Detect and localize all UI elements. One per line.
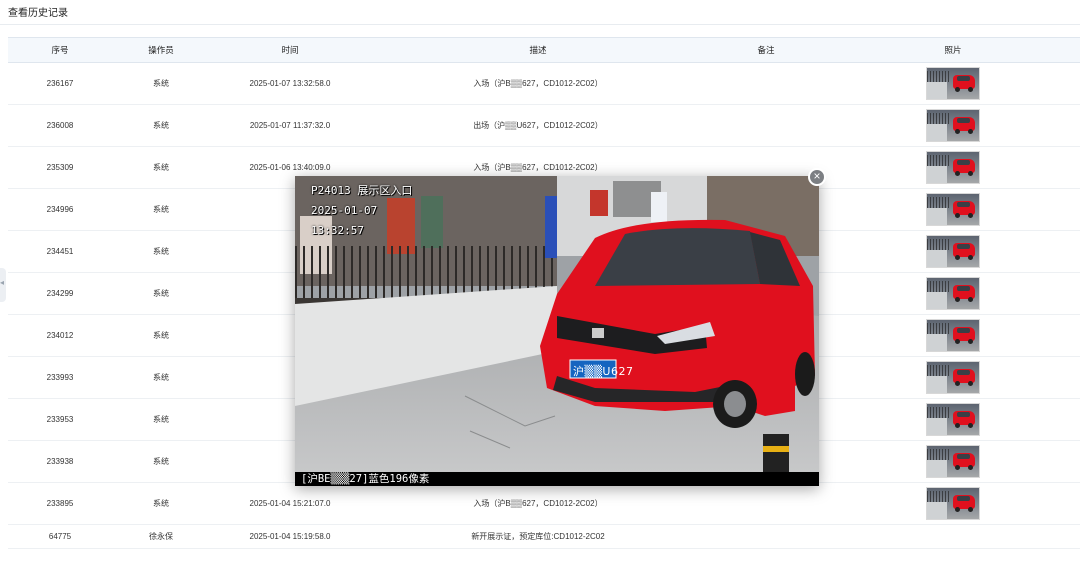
photo-preview-modal: P24013 展示区入口 2025-01-07 13:32:57 沪▒▒U627… bbox=[295, 176, 819, 486]
cell-time: 2025-01-04 15:19:58.0 bbox=[210, 524, 370, 549]
cell-seq: 236008 bbox=[8, 104, 112, 147]
cell-seq: 233895 bbox=[8, 482, 112, 525]
cell-desc: 出场（沪▒▒U627，CD1012-2C02） bbox=[370, 104, 706, 147]
cell-seq: 236167 bbox=[8, 62, 112, 105]
cell-photo bbox=[826, 524, 1080, 549]
photo-thumbnail[interactable] bbox=[926, 403, 980, 436]
cell-photo bbox=[826, 62, 1080, 105]
sidebar-collapse-handle[interactable]: ◂ bbox=[0, 268, 6, 302]
photo-thumbnail[interactable] bbox=[926, 67, 980, 100]
table-row: 236167 系统 2025-01-07 13:32:58.0 入场（沪B▒▒627，… bbox=[8, 62, 1080, 105]
page-title: 查看历史记录 bbox=[8, 8, 68, 19]
cell-operator: 系统 bbox=[112, 188, 210, 231]
cell-seq: 233938 bbox=[8, 440, 112, 483]
cell-operator: 徐永保 bbox=[112, 524, 210, 549]
cell-operator: 系统 bbox=[112, 62, 210, 105]
photo-thumbnail[interactable] bbox=[926, 193, 980, 226]
cell-operator: 系统 bbox=[112, 314, 210, 357]
camera-overlay-date: 2025-01-07 bbox=[311, 204, 378, 217]
photo-thumbnail[interactable] bbox=[926, 487, 980, 520]
header-seq: 序号 bbox=[8, 37, 112, 63]
cell-photo bbox=[826, 440, 1080, 483]
cell-seq: 235309 bbox=[8, 146, 112, 189]
cell-remark bbox=[706, 62, 826, 105]
cell-seq: 234299 bbox=[8, 272, 112, 315]
cell-photo bbox=[826, 104, 1080, 147]
camera-caption: [沪BE▒▒▒27]蓝色196像素 bbox=[295, 472, 819, 486]
cell-seq: 234012 bbox=[8, 314, 112, 357]
cell-operator: 系统 bbox=[112, 440, 210, 483]
table-row: 233895 系统 2025-01-04 15:21:07.0 入场（沪B▒▒627，… bbox=[8, 482, 1080, 525]
cell-desc: 入场（沪B▒▒627，CD1012-2C02） bbox=[370, 482, 706, 525]
cell-seq: 233953 bbox=[8, 398, 112, 441]
cell-operator: 系统 bbox=[112, 146, 210, 189]
camera-overlay-time: 13:32:57 bbox=[311, 224, 364, 237]
cell-photo bbox=[826, 314, 1080, 357]
photo-thumbnail[interactable] bbox=[926, 319, 980, 352]
cell-seq: 234996 bbox=[8, 188, 112, 231]
table-row: 64775 徐永保 2025-01-04 15:19:58.0 新开展示证，预定库位:… bbox=[8, 524, 1080, 549]
header-time: 时间 bbox=[210, 37, 370, 63]
cell-remark bbox=[706, 524, 826, 549]
cell-photo bbox=[826, 398, 1080, 441]
cell-operator: 系统 bbox=[112, 230, 210, 273]
camera-snapshot-image bbox=[295, 176, 819, 472]
photo-thumbnail[interactable] bbox=[926, 277, 980, 310]
cell-photo bbox=[826, 146, 1080, 189]
close-icon[interactable]: × bbox=[808, 168, 826, 186]
photo-thumbnail[interactable] bbox=[926, 361, 980, 394]
license-plate: 沪▒▒U627 bbox=[573, 365, 634, 378]
cell-desc: 新开展示证，预定库位:CD1012-2C02 bbox=[370, 524, 706, 549]
header-desc: 描述 bbox=[370, 37, 706, 63]
cell-time: 2025-01-07 11:37:32.0 bbox=[210, 104, 370, 147]
cell-photo bbox=[826, 230, 1080, 273]
table-header-row: 序号 操作员 时间 描述 备注 照片 bbox=[8, 37, 1080, 63]
cell-photo bbox=[826, 272, 1080, 315]
cell-seq: 234451 bbox=[8, 230, 112, 273]
cell-photo bbox=[826, 356, 1080, 399]
cell-operator: 系统 bbox=[112, 482, 210, 525]
cell-operator: 系统 bbox=[112, 356, 210, 399]
cell-photo bbox=[826, 482, 1080, 525]
page-header: 查看历史记录 bbox=[0, 0, 1080, 25]
header-remark: 备注 bbox=[706, 37, 826, 63]
camera-overlay-location: P24013 展示区入口 bbox=[311, 184, 413, 197]
cell-operator: 系统 bbox=[112, 272, 210, 315]
cell-seq: 233993 bbox=[8, 356, 112, 399]
cell-operator: 系统 bbox=[112, 104, 210, 147]
cell-time: 2025-01-07 13:32:58.0 bbox=[210, 62, 370, 105]
cell-seq: 64775 bbox=[8, 524, 112, 549]
cell-remark bbox=[706, 482, 826, 525]
photo-thumbnail[interactable] bbox=[926, 151, 980, 184]
cell-desc: 入场（沪B▒▒627，CD1012-2C02） bbox=[370, 62, 706, 105]
cell-operator: 系统 bbox=[112, 398, 210, 441]
chevron-left-icon: ◂ bbox=[0, 278, 5, 287]
photo-thumbnail[interactable] bbox=[926, 109, 980, 142]
cell-photo bbox=[826, 188, 1080, 231]
cell-time: 2025-01-04 15:21:07.0 bbox=[210, 482, 370, 525]
header-photo: 照片 bbox=[826, 37, 1080, 63]
table-row: 236008 系统 2025-01-07 11:37:32.0 出场（沪▒▒U627，… bbox=[8, 104, 1080, 147]
header-operator: 操作员 bbox=[112, 37, 210, 63]
photo-thumbnail[interactable] bbox=[926, 445, 980, 478]
cell-remark bbox=[706, 104, 826, 147]
photo-thumbnail[interactable] bbox=[926, 235, 980, 268]
